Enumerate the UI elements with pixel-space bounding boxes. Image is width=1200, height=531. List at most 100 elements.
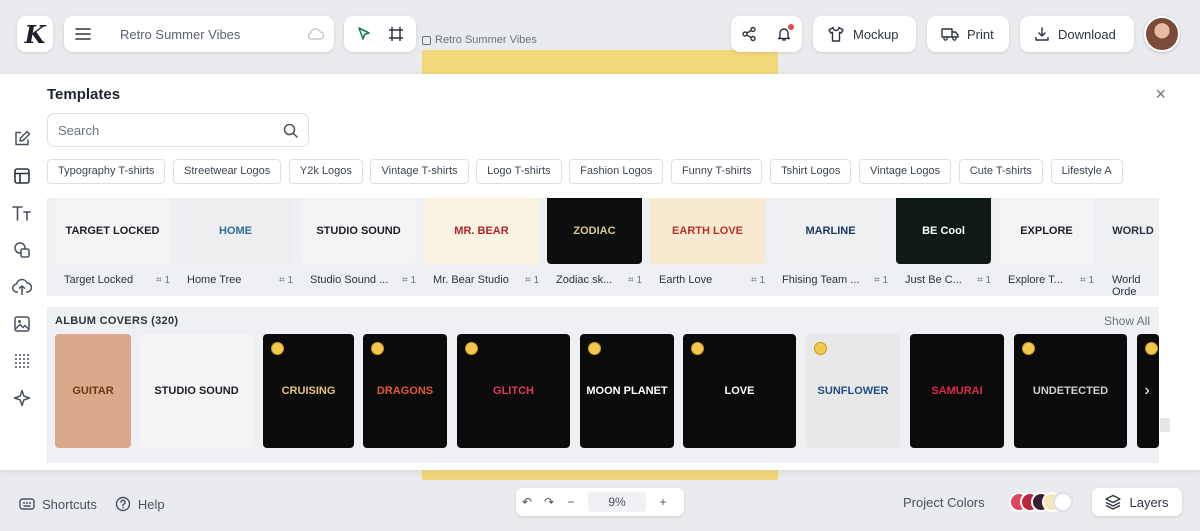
help-circle-icon	[115, 496, 131, 512]
shortcuts-button[interactable]: Shortcuts	[19, 497, 97, 512]
download-label: Download	[1058, 26, 1116, 42]
notification-bell-icon[interactable]	[776, 24, 795, 42]
cloud-sync-icon	[298, 27, 334, 41]
premium-crown-icon	[1022, 342, 1035, 355]
album-cover-card[interactable]: GLITCH	[457, 334, 570, 448]
help-label: Help	[137, 496, 165, 512]
template-card[interactable]: ZODIAC Zodiac sk... ⌗ 1	[547, 198, 642, 286]
download-button[interactable]: Download	[1020, 16, 1134, 52]
artboard-count: ⌗ 1	[751, 274, 765, 286]
album-cover-card[interactable]: DRAGONS	[363, 334, 447, 448]
template-card[interactable]: MR. BEAR Mr. Bear Studio ⌗ 1	[424, 198, 539, 286]
layers-label: Layers	[1129, 494, 1169, 510]
template-card[interactable]: WORLD World Orde	[1103, 198, 1159, 296]
cover-art: DRAGONS	[376, 385, 434, 397]
text-icon[interactable]	[0, 194, 44, 231]
artboard-frame-icon[interactable]	[388, 26, 404, 42]
keyboard-icon	[19, 497, 35, 511]
cover-art: SUNFLOWER	[817, 385, 889, 397]
print-button[interactable]: Print	[927, 16, 1009, 52]
chip-funny-tshirts[interactable]: Funny T-shirts	[670, 159, 763, 184]
album-cover-card[interactable]: GUITAR	[55, 334, 131, 448]
artboard-breadcrumb[interactable]: Retro Summer Vibes	[422, 34, 537, 46]
panel-title: Templates	[47, 86, 121, 103]
artboard-count: ⌗ 1	[1080, 274, 1094, 286]
artboard-count: ⌗ 1	[402, 274, 416, 286]
album-cover-card[interactable]: MOON PLANET	[580, 334, 674, 448]
layers-button[interactable]: Layers	[1092, 488, 1182, 516]
template-card[interactable]: EXPLORE Explore T... ⌗ 1	[999, 198, 1094, 286]
project-title-bar: Retro Summer Vibes	[64, 16, 334, 52]
shapes-icon[interactable]	[0, 231, 44, 268]
scrollbar-thumb[interactable]	[1160, 418, 1170, 432]
app-logo[interactable]: K	[17, 16, 53, 52]
chip-tshirt-logos[interactable]: Tshirt Logos	[770, 159, 852, 184]
album-cover-card[interactable]: STUDIO SOUND	[140, 334, 253, 448]
zoom-out-button[interactable]: −	[560, 495, 582, 509]
mockup-button[interactable]: Mockup	[813, 16, 916, 52]
album-cover-card[interactable]: SAMURAI	[910, 334, 1004, 448]
carousel-next-icon[interactable]: ›	[1135, 334, 1159, 448]
premium-crown-icon	[465, 342, 478, 355]
zoom-level[interactable]: 9%	[588, 492, 646, 512]
template-card[interactable]: MARLINE Fhising Team ... ⌗ 1	[773, 198, 888, 286]
mockup-label: Mockup	[853, 26, 899, 42]
template-card[interactable]: STUDIO SOUND Studio Sound ... ⌗ 1	[301, 198, 416, 286]
chip-vintage-logos[interactable]: Vintage Logos	[859, 159, 952, 184]
template-thumbnail: EXPLORE	[999, 198, 1094, 264]
cover-art: MOON PLANET	[586, 385, 668, 397]
show-all-link[interactable]: Show All	[1104, 314, 1150, 328]
album-cover-card[interactable]: LOVE	[683, 334, 796, 448]
premium-crown-icon	[271, 342, 284, 355]
project-title-input[interactable]: Retro Summer Vibes	[102, 27, 298, 42]
album-cover-card[interactable]: SUNFLOWER	[806, 334, 900, 448]
image-icon[interactable]	[0, 305, 44, 342]
template-card[interactable]: EARTH LOVE Earth Love ⌗ 1	[650, 198, 765, 286]
top-bar: K Retro Summer Vibes Retro Summer Vibes	[0, 0, 1200, 70]
palette-icon[interactable]	[1053, 492, 1073, 512]
template-search-input[interactable]: Search	[47, 113, 309, 147]
undo-icon[interactable]: ↶	[516, 495, 538, 509]
template-card[interactable]: BE Cool Just Be C... ⌗ 1	[896, 198, 991, 286]
chip-y2k-logos[interactable]: Y2k Logos	[288, 159, 363, 184]
cover-art: GUITAR	[72, 385, 114, 397]
chip-logo-tshirts[interactable]: Logo T-shirts	[476, 159, 562, 184]
chip-vintage-tshirts[interactable]: Vintage T-shirts	[370, 159, 469, 184]
redo-icon[interactable]: ↷	[538, 495, 560, 509]
left-toolbar	[0, 120, 44, 416]
template-thumbnail: MARLINE	[773, 198, 888, 264]
artboard-name: Retro Summer Vibes	[435, 34, 537, 46]
template-name: Earth Love	[659, 274, 713, 286]
chip-lifestyle[interactable]: Lifestyle A	[1050, 159, 1123, 184]
templates-icon[interactable]	[0, 157, 44, 194]
project-color-swatches[interactable]	[1009, 490, 1077, 514]
template-card[interactable]: HOME Home Tree ⌗ 1	[178, 198, 293, 286]
chip-fashion-logos[interactable]: Fashion Logos	[569, 159, 664, 184]
hamburger-menu-icon[interactable]	[64, 27, 102, 41]
artboard-count: ⌗ 1	[874, 274, 888, 286]
edit-icon[interactable]	[0, 120, 44, 157]
chip-typography-tshirts[interactable]: Typography T-shirts	[47, 159, 166, 184]
chip-streetwear-logos[interactable]: Streetwear Logos	[173, 159, 282, 184]
user-avatar[interactable]	[1144, 16, 1180, 52]
cover-art: UNDETECTED	[1032, 385, 1109, 397]
help-button[interactable]: Help	[115, 496, 165, 512]
album-cover-card[interactable]: UNDETECTED	[1014, 334, 1127, 448]
section-title: ALBUM COVERS (320)	[55, 315, 179, 327]
close-icon[interactable]: ×	[1155, 84, 1166, 105]
ai-sparkle-icon[interactable]	[0, 379, 44, 416]
premium-crown-icon	[691, 342, 704, 355]
template-card[interactable]: TARGET LOCKED Target Locked ⌗ 1	[55, 198, 170, 286]
upload-icon[interactable]	[0, 268, 44, 305]
pattern-dots-icon[interactable]	[0, 342, 44, 379]
album-cover-card[interactable]: CRUISING	[263, 334, 354, 448]
template-name: Zodiac sk...	[556, 274, 613, 286]
zoom-in-button[interactable]: +	[652, 495, 674, 509]
select-cursor-icon[interactable]	[356, 26, 372, 42]
chip-cute-tshirts[interactable]: Cute T-shirts	[958, 159, 1043, 184]
artboard-count: ⌗ 1	[156, 274, 170, 286]
template-name: World Orde	[1112, 274, 1141, 296]
template-thumbnail: ZODIAC	[547, 198, 642, 264]
share-icon[interactable]	[741, 26, 757, 42]
cover-art: LOVE	[724, 385, 755, 397]
